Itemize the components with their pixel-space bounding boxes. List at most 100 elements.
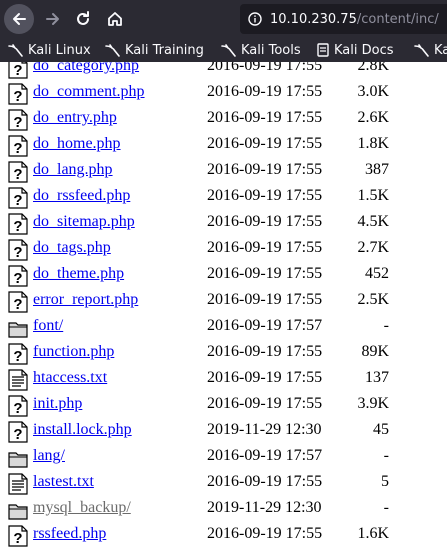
- reload-icon: [77, 11, 89, 25]
- bookmark-kali-tools[interactable]: Kali Tools: [221, 41, 301, 59]
- file-date: 2016-09-19 17:55: [207, 395, 323, 412]
- file-size: 3.9K: [357, 395, 389, 412]
- bookmark-kali-linux[interactable]: Kali Linux: [8, 41, 91, 59]
- file-size: 137: [365, 369, 389, 386]
- svg-text:?: ?: [13, 192, 22, 209]
- svg-text:?: ?: [13, 88, 22, 105]
- file-size: 3.0K: [357, 83, 389, 100]
- file-size: 1.8K: [357, 135, 389, 152]
- file-size: -: [383, 499, 389, 516]
- listing-row: ? do_entry.php 2016-09-19 17:55 2.6K: [0, 106, 447, 132]
- svg-text:?: ?: [13, 244, 22, 261]
- file-date: 2016-09-19 17:55: [207, 213, 323, 230]
- file-link[interactable]: init.php: [33, 395, 82, 413]
- svg-text:?: ?: [13, 348, 22, 365]
- file-size: 5: [381, 473, 389, 490]
- back-button[interactable]: [4, 4, 34, 34]
- svg-text:?: ?: [13, 140, 22, 157]
- forward-arrow-icon: [46, 13, 59, 25]
- home-icon: [108, 12, 122, 26]
- file-date: 2016-09-19 17:55: [207, 62, 323, 74]
- file-size: -: [383, 447, 389, 464]
- forward-button[interactable]: [38, 4, 68, 34]
- file-size: 2.5K: [357, 291, 389, 308]
- file-link[interactable]: do_home.php: [33, 135, 121, 153]
- file-date: 2016-09-19 17:55: [207, 525, 323, 542]
- file-link[interactable]: do_category.php: [33, 62, 139, 75]
- listing-row: ? do_category.php 2016-09-19 17:55 2.8K: [0, 62, 447, 80]
- bookmark-kali-training[interactable]: Kali Training: [105, 41, 204, 59]
- file-link[interactable]: function.php: [33, 343, 114, 361]
- file-link[interactable]: do_rssfeed.php: [33, 187, 130, 205]
- url-host: 10.10.230.75: [270, 11, 357, 27]
- svg-text:?: ?: [13, 296, 22, 313]
- file-link[interactable]: do_lang.php: [33, 161, 113, 179]
- file-size: 387: [365, 161, 389, 178]
- text-file-icon: [8, 369, 28, 391]
- file-link[interactable]: lang/: [33, 447, 65, 465]
- bookmark-kali-docs[interactable]: Kali Docs: [316, 41, 394, 59]
- file-size: 45: [373, 421, 389, 438]
- browser-toolbar: 10.10.230.75/content/inc/: [0, 0, 447, 38]
- file-link[interactable]: font/: [33, 317, 63, 335]
- listing-row: font/2016-09-19 17:57 -: [0, 314, 447, 340]
- file-date: 2016-09-19 17:55: [207, 135, 323, 152]
- unknown-file-icon: ?: [8, 187, 28, 209]
- file-size: 4.5K: [357, 213, 389, 230]
- reload-button[interactable]: [68, 4, 98, 34]
- listing-row: ? rssfeed.php 2016-09-19 17:55 1.6K: [0, 522, 447, 548]
- file-size: 2.6K: [357, 109, 389, 126]
- text-file-icon: [8, 473, 28, 495]
- listing-row: ? do_lang.php 2016-09-19 17:55 387: [0, 158, 447, 184]
- svg-text:?: ?: [13, 270, 22, 287]
- svg-text:?: ?: [13, 426, 22, 443]
- file-date: 2016-09-19 17:55: [207, 473, 323, 490]
- svg-text:?: ?: [13, 166, 22, 183]
- site-info-icon[interactable]: [248, 12, 262, 26]
- svg-text:?: ?: [13, 62, 22, 79]
- bookmark-label: Kali Tools: [241, 42, 301, 58]
- file-link[interactable]: do_tags.php: [33, 239, 111, 257]
- file-link[interactable]: install.lock.php: [33, 421, 132, 439]
- directory-listing: ? do_category.php 2016-09-19 17:55 2.8K? do_…: [0, 62, 447, 553]
- listing-row: ? error_report.php 2016-09-19 17:55 2.5K: [0, 288, 447, 314]
- file-link[interactable]: htaccess.txt: [33, 369, 107, 387]
- kali-dragon-icon: [8, 43, 24, 57]
- listing-row: ? do_comment.php 2016-09-19 17:55 3.0K: [0, 80, 447, 106]
- listing-row: lastest.txt 2016-09-19 17:55 5: [0, 470, 447, 496]
- file-size: 1.5K: [357, 187, 389, 204]
- address-bar[interactable]: 10.10.230.75/content/inc/: [240, 4, 447, 34]
- listing-row: ? install.lock.php 2019-11-29 12:30 45: [0, 418, 447, 444]
- file-date: 2019-11-29 12:30: [207, 421, 322, 438]
- bookmark-label: Kali Docs: [334, 42, 394, 58]
- file-date: 2016-09-19 17:55: [207, 83, 323, 100]
- file-size: 452: [365, 265, 389, 282]
- kali-dragon-icon: [221, 43, 237, 57]
- bookmark-label: Kali Linux: [28, 42, 91, 58]
- listing-row: ? do_theme.php 2016-09-19 17:55 452: [0, 262, 447, 288]
- home-button[interactable]: [100, 4, 130, 34]
- folder-icon: [8, 447, 28, 469]
- url-path: /content/inc/: [356, 11, 439, 27]
- file-link[interactable]: mysql_backup/: [33, 499, 131, 517]
- unknown-file-icon: ?: [8, 161, 28, 183]
- kali-dragon-icon: [105, 43, 121, 57]
- file-link[interactable]: do_entry.php: [33, 109, 117, 127]
- file-link[interactable]: lastest.txt: [33, 473, 94, 491]
- file-link[interactable]: do_theme.php: [33, 265, 124, 283]
- file-link[interactable]: do_comment.php: [33, 83, 145, 101]
- file-link[interactable]: error_report.php: [33, 291, 138, 309]
- file-size: 89K: [361, 343, 389, 360]
- file-date: 2016-09-19 17:55: [207, 239, 323, 256]
- file-link[interactable]: rssfeed.php: [33, 525, 106, 543]
- file-date: 2016-09-19 17:55: [207, 109, 323, 126]
- file-size: -: [383, 317, 389, 334]
- file-link[interactable]: do_sitemap.php: [33, 213, 135, 231]
- listing-row: mysql_backup/2019-11-29 12:30 -: [0, 496, 447, 522]
- back-arrow-icon: [13, 13, 26, 25]
- bookmark-kali-more[interactable]: Kal: [414, 41, 447, 59]
- unknown-file-icon: ?: [8, 395, 28, 417]
- file-date: 2019-11-29 12:30: [207, 499, 322, 516]
- listing-row: ? function.php 2016-09-19 17:55 89K: [0, 340, 447, 366]
- unknown-file-icon: ?: [8, 421, 28, 443]
